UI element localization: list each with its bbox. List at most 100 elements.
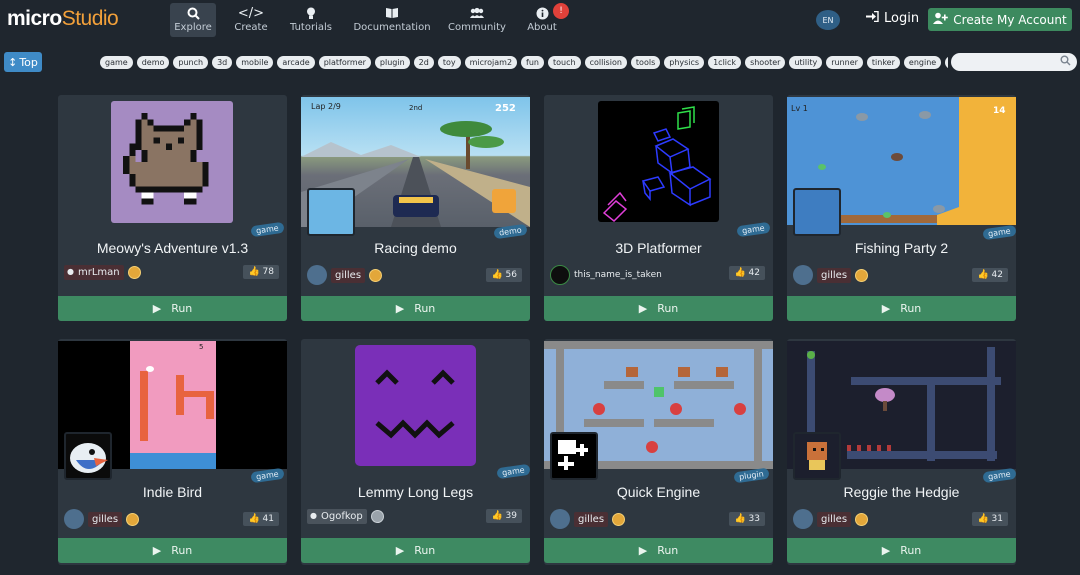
like-counter[interactable]: 👍 39 [486, 509, 522, 523]
project-author[interactable]: gilles [550, 509, 626, 529]
project-title[interactable]: 3D Platformer [544, 240, 773, 256]
author-name-tag[interactable]: ● mrLman [64, 265, 124, 280]
login-button[interactable]: Login [866, 10, 919, 26]
site-logo[interactable]: microStudio [7, 7, 119, 31]
project-title[interactable]: Quick Engine [544, 484, 773, 500]
project-author[interactable]: this_name_is_taken [550, 265, 662, 285]
sort-arrows-icon: ↕ [8, 55, 18, 69]
project-author[interactable]: gilles [793, 509, 869, 529]
project-thumbnail[interactable] [111, 101, 233, 223]
category-badge: game [982, 224, 1017, 241]
run-button[interactable]: ▶ Run [301, 296, 530, 321]
like-count: 33 [748, 514, 760, 524]
like-counter[interactable]: 👍 31 [972, 512, 1008, 526]
project-title[interactable]: Lemmy Long Legs [301, 484, 530, 500]
tag-search[interactable] [951, 53, 1077, 71]
tag-chip[interactable]: mobile [236, 56, 274, 69]
tag-chip[interactable]: demo [136, 56, 170, 69]
project-card[interactable]: game Lemmy Long Legs ● Ogofkop 👍 39 ▶ Ru… [301, 339, 531, 565]
project-author[interactable]: gilles [64, 509, 140, 529]
tag-chip[interactable]: shooter [745, 56, 786, 69]
thumbs-up-icon: 👍 [248, 267, 260, 277]
tag-chip[interactable]: 1click [708, 56, 742, 69]
project-card[interactable]: game Reggie the Hedgie gilles 👍 31 ▶ Run [787, 339, 1017, 565]
play-icon: ▶ [395, 544, 405, 557]
nav-create[interactable]: </> Create [230, 3, 272, 37]
tag-chip[interactable]: punch [173, 56, 209, 69]
run-label: Run [900, 544, 922, 557]
project-author[interactable]: gilles [793, 265, 869, 285]
run-button[interactable]: ▶ Run [787, 296, 1016, 321]
project-title[interactable]: Racing demo [301, 240, 530, 256]
project-title[interactable]: Reggie the Hedgie [787, 484, 1016, 500]
project-card[interactable]: Lv 1 14 game Fishing Party 2 gilles 👍 42… [787, 95, 1017, 321]
project-card[interactable]: Lap 2/9 2nd 252 demo Racing demo gilles … [301, 95, 530, 321]
tag-chip[interactable]: tools [630, 56, 661, 69]
sort-top-button[interactable]: ↕ Top [4, 52, 42, 72]
run-button[interactable]: ▶ Run [58, 296, 287, 321]
tag-chip[interactable]: touch [548, 56, 581, 69]
like-counter[interactable]: 👍 56 [486, 268, 522, 282]
project-card[interactable]: 5 game Indie Bird gilles 👍 41 ▶ Run [58, 339, 287, 565]
project-title[interactable]: Indie Bird [58, 484, 287, 500]
language-selector[interactable]: EN [816, 10, 840, 30]
notification-badge[interactable]: ! [553, 3, 569, 19]
project-title[interactable]: Meowy's Adventure v1.3 [58, 240, 287, 256]
run-button[interactable]: ▶ Run [301, 538, 530, 563]
author-name: gilles [88, 511, 123, 527]
avatar [550, 265, 570, 285]
nav-community[interactable]: Community [448, 3, 506, 37]
search-icon[interactable] [1060, 55, 1071, 69]
tag-chip[interactable]: game [100, 56, 133, 69]
project-author[interactable]: ● Ogofkop [307, 509, 384, 524]
tag-chip[interactable]: 2d [413, 56, 434, 69]
author-name: Ogofkop [321, 511, 363, 522]
like-count: 31 [991, 514, 1003, 524]
tag-chip[interactable]: runner [826, 56, 863, 69]
tag-chip[interactable]: collision [584, 56, 627, 69]
nav-documentation-label: Documentation [353, 22, 431, 33]
project-card[interactable]: plugin Quick Engine gilles 👍 33 ▶ Run [544, 339, 773, 565]
tag-chip[interactable]: utility [789, 56, 823, 69]
search-input[interactable] [957, 55, 1057, 69]
project-thumbnail[interactable] [598, 101, 719, 222]
like-counter[interactable]: 👍 78 [243, 265, 279, 279]
like-counter[interactable]: 👍 41 [243, 512, 279, 526]
tag-chip[interactable]: microjam2 [464, 56, 518, 69]
tag-chip[interactable]: plugin [374, 56, 410, 69]
code-icon: </> [237, 6, 265, 21]
like-counter[interactable]: 👍 42 [729, 266, 765, 280]
create-account-button[interactable]: Create My Account [928, 8, 1072, 31]
nav-documentation[interactable]: Documentation [353, 3, 431, 37]
run-button[interactable]: ▶ Run [544, 538, 773, 563]
tag-chip[interactable]: engine [903, 56, 942, 69]
project-thumbnail[interactable] [355, 345, 476, 466]
game-icon [550, 432, 598, 480]
author-name-tag[interactable]: ● Ogofkop [307, 509, 367, 524]
nav-tutorials[interactable]: Tutorials [287, 3, 335, 37]
tag-chip[interactable]: 3d [212, 56, 233, 69]
racing-position-text: 2nd [409, 104, 422, 112]
run-button[interactable]: ▶ Run [787, 538, 1016, 563]
like-counter[interactable]: 👍 33 [729, 512, 765, 526]
tag-chip[interactable]: fun [521, 56, 545, 69]
tag-chip[interactable]: physics [664, 56, 705, 69]
project-title[interactable]: Fishing Party 2 [787, 240, 1016, 256]
project-card[interactable]: game 3D Platformer this_name_is_taken 👍 … [544, 95, 773, 321]
project-author[interactable]: ● mrLman [64, 265, 141, 280]
project-card[interactable]: game Meowy's Adventure v1.3 ● mrLman 👍 7… [58, 95, 287, 321]
like-counter[interactable]: 👍 42 [972, 268, 1008, 282]
tag-chip[interactable]: toy [437, 56, 461, 69]
game-icon [793, 188, 841, 236]
tag-chip[interactable]: arcade [277, 56, 315, 69]
info-icon [536, 7, 549, 22]
tag-chip[interactable]: tool [945, 56, 948, 69]
tag-chip[interactable]: platformer [318, 56, 371, 69]
tag-list: game demo punch 3d mobile arcade platfor… [100, 56, 948, 71]
tag-chip[interactable]: tinker [866, 56, 900, 69]
project-author[interactable]: gilles [307, 265, 383, 285]
run-label: Run [900, 302, 922, 315]
run-button[interactable]: ▶ Run [58, 538, 287, 563]
nav-explore[interactable]: Explore [170, 3, 216, 37]
run-button[interactable]: ▶ Run [544, 296, 773, 321]
